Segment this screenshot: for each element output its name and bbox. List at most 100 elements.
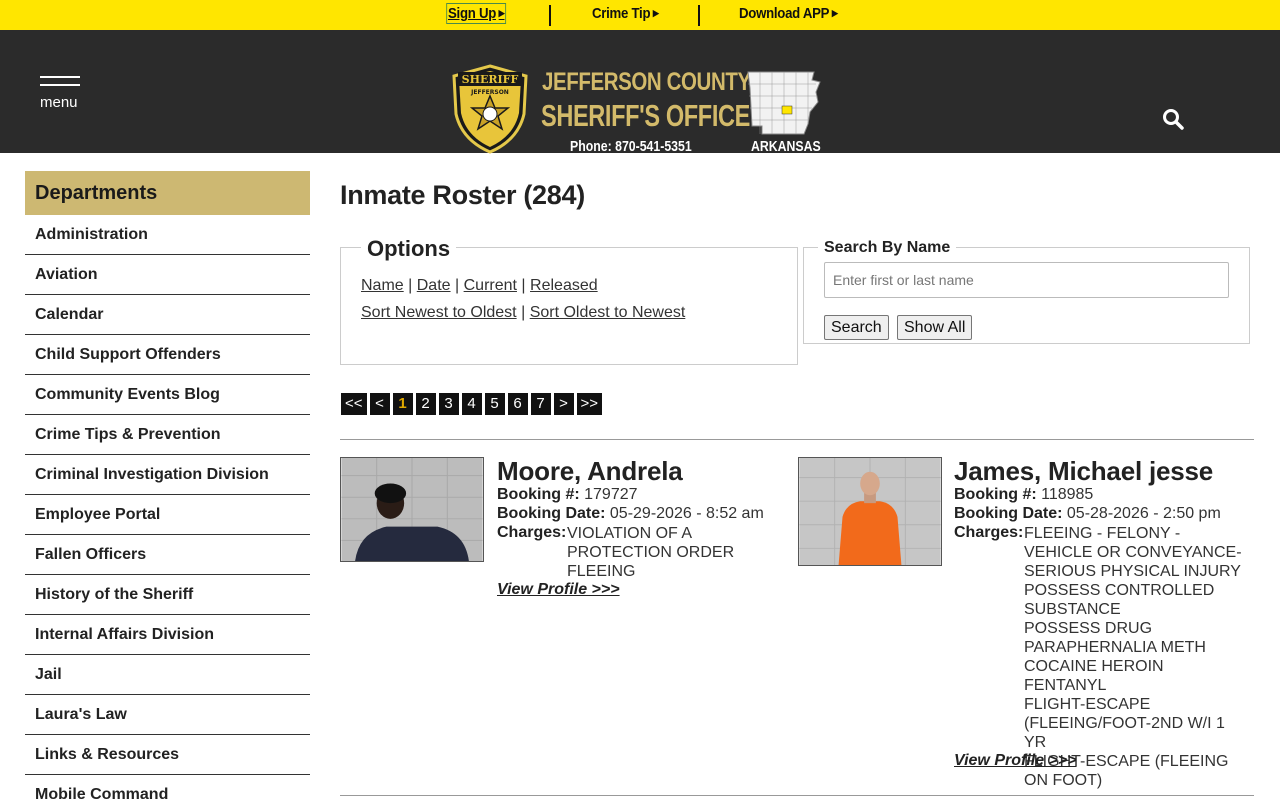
sidebar-item-child-support-offenders[interactable]: Child Support Offenders [25, 335, 310, 375]
filter-current-link[interactable]: Current [464, 277, 517, 294]
filter-date-link[interactable]: Date [417, 277, 451, 294]
page-3-button[interactable]: 3 [438, 393, 459, 415]
filter-name-link[interactable]: Name [361, 277, 404, 294]
caret-right-icon: ▶ [831, 8, 838, 18]
show-all-button[interactable]: Show All [897, 315, 973, 340]
menu-icon-bar [40, 84, 80, 86]
sort-newest-link[interactable]: Sort Newest to Oldest [361, 304, 517, 321]
sidebar-item-administration[interactable]: Administration [25, 215, 310, 255]
sidebar-item-links-resources[interactable]: Links & Resources [25, 735, 310, 775]
charges-label: Charges: [497, 524, 567, 541]
charge-item: POSSESS DRUG PARAPHERNALIA METH COCAINE … [1024, 620, 1206, 694]
sidebar-item-jail[interactable]: Jail [25, 655, 310, 695]
separator: | [521, 304, 526, 321]
caret-right-icon: ▶ [652, 8, 659, 18]
search-legend: Search By Name [818, 239, 957, 257]
charges-list: VIOLATION OF A PROTECTION ORDER FLEEING [567, 524, 792, 581]
signup-label: Sign Up [448, 5, 497, 22]
sidebar-item-fallen-officers[interactable]: Fallen Officers [25, 535, 310, 575]
separator: | [521, 277, 526, 294]
booking-date-value: 05-28-2026 - 2:50 pm [1066, 505, 1221, 522]
charge-item: FLIGHT-ESCAPE (FLEEING/FOOT-2ND W/I 1 YR [1024, 696, 1225, 751]
page-next-button[interactable]: > [553, 393, 574, 415]
pagination: << < 1 2 3 4 5 6 7 > >> [341, 393, 605, 415]
options-panel: Options Name | Date | Current | Released… [340, 236, 798, 365]
separator: | [408, 277, 413, 294]
divider [698, 5, 700, 26]
menu-icon [40, 76, 80, 78]
page-first-button[interactable]: << [341, 393, 367, 415]
page-last-button[interactable]: >> [576, 393, 603, 415]
top-bar: Sign Up ▶ Crime Tip ▶ Download APP ▶ [0, 0, 1280, 30]
view-profile-link[interactable]: View Profile >>> [497, 581, 620, 599]
download-app-label: Download APP [739, 5, 830, 22]
booking-number-label: Booking #: [497, 486, 580, 503]
page-6-button[interactable]: 6 [507, 393, 528, 415]
filter-released-link[interactable]: Released [530, 277, 598, 294]
sidebar-item-community-events-blog[interactable]: Community Events Blog [25, 375, 310, 415]
divider [340, 795, 1254, 796]
charges-label: Charges: [954, 524, 1024, 541]
charge-item: POSSESS CONTROLLED SUBSTANCE [1024, 582, 1215, 618]
search-button[interactable]: Search [824, 315, 889, 340]
inmate-photo[interactable] [798, 457, 942, 566]
sidebar-item-calendar[interactable]: Calendar [25, 295, 310, 335]
badge-arc-text: JEFFERSON [470, 89, 509, 96]
sidebar-item-crime-tips[interactable]: Crime Tips & Prevention [25, 415, 310, 455]
view-profile-link[interactable]: View Profile >>> [954, 752, 1077, 770]
page-2-button[interactable]: 2 [415, 393, 436, 415]
inmate-name: James, Michael jesse [954, 456, 1214, 486]
sort-oldest-link[interactable]: Sort Oldest to Newest [530, 304, 686, 321]
site-header: menu SHERIFF JEFFERSON JEFFERSON COUNTY … [0, 30, 1280, 155]
booking-date-value: 05-29-2026 - 8:52 am [609, 505, 764, 522]
options-legend: Options [361, 236, 457, 262]
charge-item: VIOLATION OF A PROTECTION ORDER [567, 525, 735, 561]
booking-number-label: Booking #: [954, 486, 1037, 503]
name-search-input[interactable] [824, 262, 1229, 298]
caret-right-icon: ▶ [498, 8, 505, 18]
menu-button[interactable]: menu [40, 76, 80, 114]
booking-date: Booking Date: 05-28-2026 - 2:50 pm [954, 505, 1221, 523]
sort-links: Sort Newest to Oldest | Sort Oldest to N… [361, 304, 685, 322]
filter-links: Name | Date | Current | Released [361, 277, 598, 295]
menu-label: menu [40, 94, 78, 111]
page-7-button[interactable]: 7 [530, 393, 551, 415]
download-app-link[interactable]: Download APP ▶ [739, 5, 838, 22]
divider [340, 439, 1254, 440]
page-title: Inmate Roster (284) [340, 180, 585, 210]
arkansas-map [747, 71, 821, 135]
crime-tip-link[interactable]: Crime Tip ▶ [592, 5, 659, 22]
sidebar-item-history[interactable]: History of the Sheriff [25, 575, 310, 615]
charge-item: FLEEING [567, 563, 636, 580]
signup-link[interactable]: Sign Up ▶ [446, 3, 507, 24]
inmate-photo[interactable] [340, 457, 484, 562]
site-title-line2: SHERIFF'S OFFICE [541, 98, 750, 133]
sidebar-item-criminal-investigation[interactable]: Criminal Investigation Division [25, 455, 310, 495]
sidebar-item-employee-portal[interactable]: Employee Portal [25, 495, 310, 535]
sidebar-item-mobile-command[interactable]: Mobile Command [25, 775, 310, 800]
crime-tip-label: Crime Tip [592, 5, 651, 22]
search-by-name-panel: Search By Name Search Show All [803, 239, 1250, 344]
sidebar-item-internal-affairs[interactable]: Internal Affairs Division [25, 615, 310, 655]
inmate-name: Moore, Andrela [497, 456, 683, 486]
booking-number: Booking #: 179727 [497, 486, 638, 504]
page-4-button[interactable]: 4 [461, 393, 482, 415]
page-5-button[interactable]: 5 [484, 393, 505, 415]
page-1-button[interactable]: 1 [392, 393, 413, 415]
sidebar-item-lauras-law[interactable]: Laura's Law [25, 695, 310, 735]
sidebar-heading: Departments [25, 171, 310, 215]
booking-number-value: 118985 [1041, 486, 1094, 503]
divider [549, 5, 551, 26]
site-title-line1: JEFFERSON COUNTY [542, 68, 751, 96]
charges-list: FLEEING - FELONY -VEHICLE OR CONVEYANCE-… [1024, 524, 1246, 790]
booking-date-label: Booking Date: [497, 505, 606, 522]
departments-sidebar: Departments Administration Aviation Cale… [25, 171, 310, 800]
sheriff-badge-logo[interactable]: SHERIFF JEFFERSON [452, 64, 528, 154]
search-icon[interactable] [1162, 108, 1184, 130]
badge-top-text: SHERIFF [462, 73, 519, 86]
phone-number: Phone: 870-541-5351 [570, 138, 692, 155]
sidebar-item-aviation[interactable]: Aviation [25, 255, 310, 295]
page-prev-button[interactable]: < [369, 393, 390, 415]
booking-number: Booking #: 118985 [954, 486, 1093, 504]
charge-item: FLEEING - FELONY -VEHICLE OR CONVEYANCE-… [1024, 525, 1242, 580]
